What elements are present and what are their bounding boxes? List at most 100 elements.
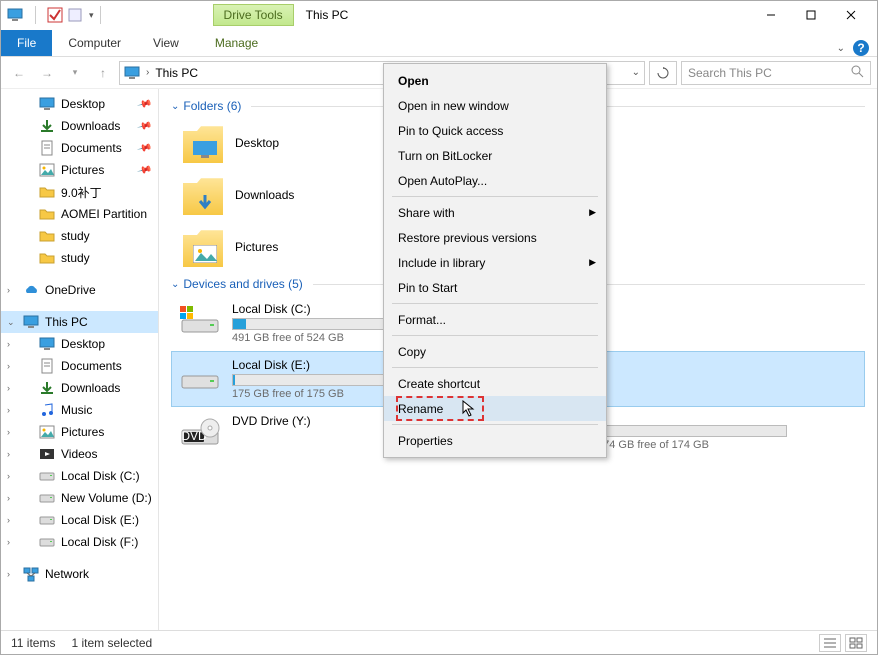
tree-item-new-volume-d-[interactable]: ›New Volume (D:) [1, 487, 158, 509]
tab-view[interactable]: View [137, 30, 195, 56]
group-header-label: Folders (6) [183, 99, 241, 113]
view-large-icons-button[interactable] [845, 634, 867, 652]
menu-item-copy[interactable]: Copy [384, 339, 606, 364]
tree-item-label: Downloads [61, 381, 120, 395]
tree-item-label: Desktop [61, 337, 105, 351]
menu-item-properties[interactable]: Properties [384, 428, 606, 453]
new-folder-icon[interactable] [67, 7, 83, 23]
network-icon [23, 566, 39, 582]
menu-item-pin-to-start[interactable]: Pin to Start [384, 275, 606, 300]
expand-caret-icon[interactable]: › [7, 515, 10, 525]
expand-caret-icon[interactable]: › [7, 427, 10, 437]
menu-item-pin-to-quick-access[interactable]: Pin to Quick access [384, 118, 606, 143]
nav-history-dropdown[interactable]: ▾ [63, 61, 87, 85]
pictures-icon [39, 162, 55, 178]
tree-item-desktop[interactable]: Desktop📌 [1, 93, 158, 115]
tree-item-label: study [61, 229, 90, 243]
tree-item-videos[interactable]: ›Videos [1, 443, 158, 465]
separator-icon [100, 6, 101, 24]
menu-item-share-with[interactable]: Share with▶ [384, 200, 606, 225]
menu-item-label: Restore previous versions [398, 231, 537, 245]
tab-manage[interactable]: Manage [201, 30, 272, 56]
disk-icon [39, 490, 55, 506]
tree-item-network[interactable]: ›Network [1, 563, 158, 585]
expand-caret-icon[interactable]: › [7, 537, 10, 547]
search-icon[interactable] [851, 65, 864, 81]
qat-dropdown-icon[interactable]: ▾ [89, 10, 94, 21]
tree-item-aomei-partition[interactable]: AOMEI Partition [1, 203, 158, 225]
expand-caret-icon[interactable]: › [7, 285, 10, 295]
expand-caret-icon[interactable]: › [7, 569, 10, 579]
tree-item-documents[interactable]: Documents📌 [1, 137, 158, 159]
tree-item-pictures[interactable]: Pictures📌 [1, 159, 158, 181]
folder-icon [183, 175, 223, 215]
expand-caret-icon[interactable]: ⌄ [7, 317, 15, 328]
ribbon-collapse-icon[interactable]: ⌄ [837, 43, 845, 54]
window-title: This PC [306, 8, 349, 22]
tree-item-downloads[interactable]: Downloads📌 [1, 115, 158, 137]
menu-item-open-autoplay-[interactable]: Open AutoPlay... [384, 168, 606, 193]
tree-item-study[interactable]: study [1, 225, 158, 247]
tree-item-documents[interactable]: ›Documents [1, 355, 158, 377]
menu-item-include-in-library[interactable]: Include in library▶ [384, 250, 606, 275]
drive-item-partial[interactable]: 174 GB free of 174 GB [597, 425, 797, 451]
menu-separator [392, 196, 598, 197]
expand-caret-icon[interactable]: › [7, 339, 10, 349]
close-button[interactable] [831, 4, 871, 26]
folder-icon [39, 228, 55, 244]
contextual-tab-drive-tools[interactable]: Drive Tools [213, 4, 294, 26]
tree-item-local-disk-e-[interactable]: ›Local Disk (E:) [1, 509, 158, 531]
tree-item-this-pc[interactable]: ⌄This PC [1, 311, 158, 333]
expand-caret-icon[interactable]: › [7, 361, 10, 371]
expand-caret-icon[interactable]: › [7, 383, 10, 393]
tree-item-onedrive[interactable]: › OneDrive [1, 279, 158, 301]
nav-back-button[interactable]: ← [7, 61, 31, 85]
tree-item-study[interactable]: study [1, 247, 158, 269]
menu-item-turn-on-bitlocker[interactable]: Turn on BitLocker [384, 143, 606, 168]
chevron-down-icon[interactable]: ⌄ [171, 101, 179, 112]
pin-icon: 📌 [136, 162, 152, 178]
minimize-button[interactable] [751, 4, 791, 26]
expand-caret-icon[interactable]: › [7, 405, 10, 415]
menu-item-format-[interactable]: Format... [384, 307, 606, 332]
tree-item-label: OneDrive [45, 283, 96, 297]
maximize-button[interactable] [791, 4, 831, 26]
view-details-button[interactable] [819, 634, 841, 652]
expand-caret-icon[interactable]: › [7, 493, 10, 503]
chevron-down-icon[interactable]: ⌄ [171, 279, 179, 290]
menu-item-create-shortcut[interactable]: Create shortcut [384, 371, 606, 396]
separator-icon [27, 7, 43, 23]
tree-item-downloads[interactable]: › Downloads [1, 377, 158, 399]
tree-item-local-disk-f-[interactable]: ›Local Disk (F:) [1, 531, 158, 553]
menu-item-rename[interactable]: Rename [384, 396, 606, 421]
search-placeholder: Search This PC [688, 66, 772, 80]
nav-up-button[interactable]: ↑ [91, 61, 115, 85]
menu-item-open-in-new-window[interactable]: Open in new window [384, 93, 606, 118]
tree-item-desktop[interactable]: › Desktop [1, 333, 158, 355]
search-input[interactable]: Search This PC [681, 61, 871, 85]
this-pc-icon [124, 65, 140, 81]
context-menu: OpenOpen in new windowPin to Quick acces… [383, 63, 607, 458]
address-dropdown-icon[interactable]: ⌄ [632, 67, 640, 78]
folder-icon [39, 250, 55, 266]
folder-label: Desktop [235, 136, 279, 150]
tree-item-local-disk-c-[interactable]: ›Local Disk (C:) [1, 465, 158, 487]
menu-item-restore-previous-versions[interactable]: Restore previous versions [384, 225, 606, 250]
chevron-right-icon[interactable]: › [146, 67, 149, 78]
refresh-button[interactable] [649, 61, 677, 85]
tab-file[interactable]: File [1, 30, 52, 56]
expand-caret-icon[interactable]: › [7, 471, 10, 481]
expand-caret-icon[interactable]: › [7, 449, 10, 459]
tree-item-music[interactable]: ›Music [1, 399, 158, 421]
tree-item-9-0-[interactable]: 9.0补丁 [1, 181, 158, 203]
menu-item-label: Open AutoPlay... [398, 174, 487, 188]
nav-forward-button[interactable]: → [35, 61, 59, 85]
address-location[interactable]: This PC [155, 66, 198, 80]
tab-computer[interactable]: Computer [52, 30, 137, 56]
tree-item-pictures[interactable]: ›Pictures [1, 421, 158, 443]
help-icon[interactable]: ? [853, 40, 869, 56]
desktop-icon [39, 96, 55, 112]
properties-checkbox-icon[interactable] [47, 7, 63, 23]
dvd-icon: DVD [180, 418, 220, 446]
menu-item-open[interactable]: Open [384, 68, 606, 93]
